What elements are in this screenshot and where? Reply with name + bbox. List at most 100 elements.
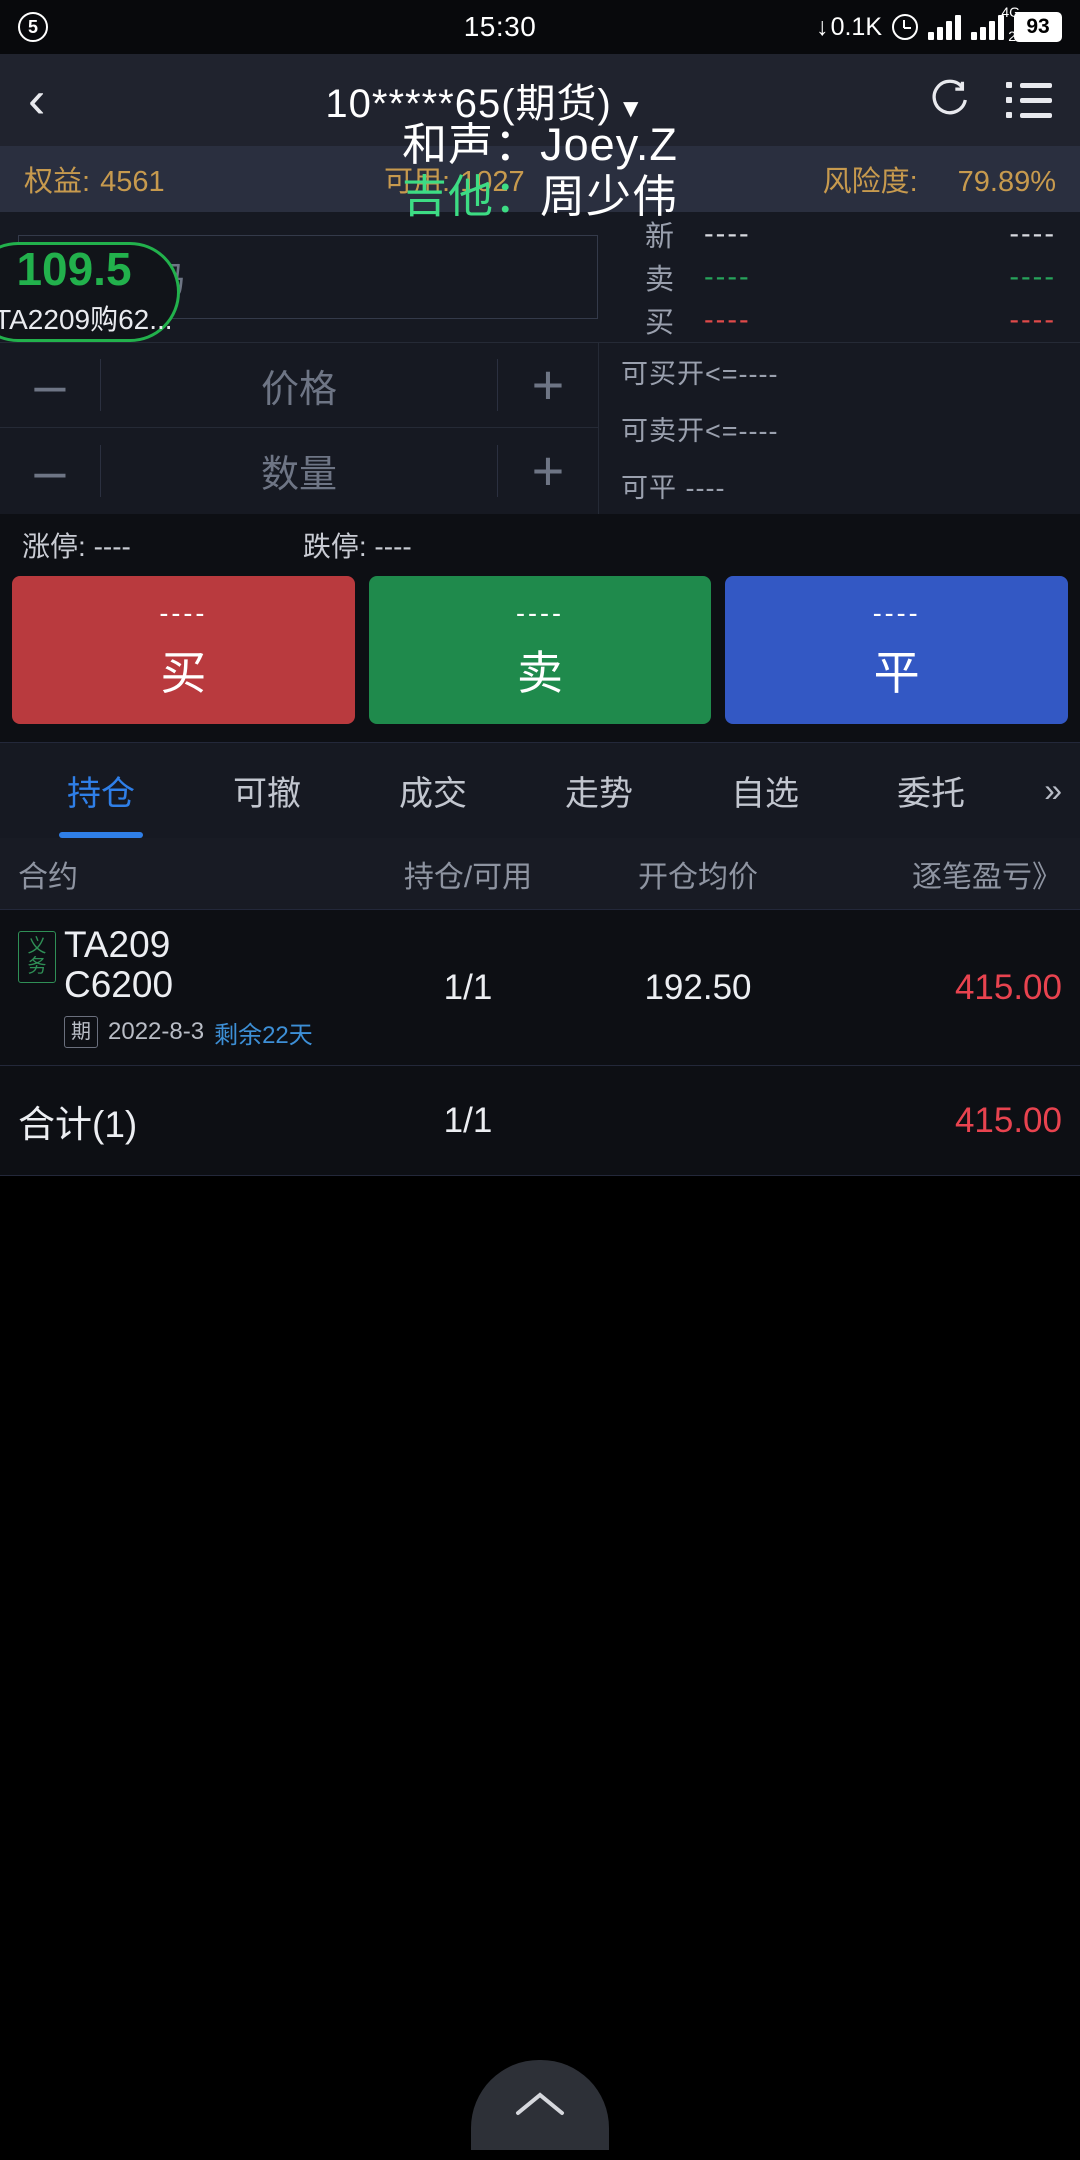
alarm-icon — [892, 14, 918, 40]
bubble-contract-name: PTA2209购62... — [0, 304, 173, 335]
quote-row-latest: 新 ---- ---- — [616, 213, 1080, 256]
risk-value: 79.89% — [957, 166, 1056, 198]
buy-button-price: ---- — [159, 597, 208, 628]
quote-ask-value: ---- — [704, 260, 751, 293]
summary-pnl: 415.00 — [954, 1100, 1062, 1140]
chevron-up-icon[interactable] — [471, 2060, 609, 2150]
quote-ask-volume: ---- — [1009, 260, 1056, 293]
stepper-block: – 价格 + – 数量 + 可买开<=---- 可卖开<=---- 可平 --- — [0, 342, 1080, 514]
bubble-price: 109.5 — [16, 243, 132, 295]
position-pnl: 415.00 — [954, 967, 1062, 1007]
quantity-increment-button[interactable]: + — [498, 442, 598, 499]
column-header-position: 持仓/可用 — [403, 860, 533, 894]
summary-label: 合计(1) — [18, 1103, 138, 1145]
buy-button-label: 买 — [160, 646, 207, 699]
price-decrement-button[interactable]: – — [0, 357, 100, 413]
lower-limit: 跌停: ---- — [303, 525, 412, 565]
contract-name-line2: C6200 — [64, 964, 174, 1005]
sell-button-label: 卖 — [517, 646, 563, 699]
empty-area — [0, 1176, 1080, 2160]
status-bar-clock: 15:30 — [463, 11, 537, 42]
quantity-decrement-button[interactable]: – — [0, 442, 100, 499]
upper-limit: 涨停: ---- — [22, 525, 131, 565]
bottom-tab-bar: 持仓 可撤 成交 走势 自选 委托 » — [0, 742, 1080, 838]
buy-button[interactable]: ---- 买 — [12, 576, 355, 724]
back-chevron-icon[interactable]: ‹ — [28, 74, 88, 126]
price-stepper: – 价格 + — [0, 343, 598, 428]
quote-panel: 新 ---- ---- 卖 ---- ---- 买 ---- ---- — [598, 213, 1080, 342]
status-bar-left: 5 — [18, 12, 318, 42]
column-header-contract: 合约 — [18, 860, 78, 894]
risk-label: 风险度: — [822, 166, 918, 198]
price-increment-button[interactable]: + — [498, 357, 598, 413]
position-contract-cell: 义务 TA209 C6200 期 2022-8-3 剩余22天 — [18, 925, 358, 1050]
signal-icon — [928, 14, 961, 40]
app-header: ‹ 10*****65(期货) ▼ — [0, 54, 1080, 146]
quantity-input[interactable]: 数量 — [101, 443, 497, 498]
quote-label-ask: 卖 — [644, 264, 674, 296]
table-summary-row: 合计(1) 1/1 415.00 — [0, 1066, 1080, 1176]
close-button-price: ---- — [872, 597, 921, 628]
battery-icon: 93 — [1014, 12, 1062, 42]
contract-meta: 期 2022-8-3 剩余22天 — [64, 1015, 313, 1050]
chevron-down-icon: ▼ — [617, 93, 645, 123]
order-limit-hints: 可买开<=---- 可卖开<=---- 可平 ---- — [598, 343, 1080, 514]
expiry-date: 2022-8-3 — [108, 1018, 205, 1046]
equity-label: 权益: — [24, 166, 91, 198]
quantity-stepper: – 数量 + — [0, 428, 598, 513]
summary-label-cell: 合计(1) — [18, 1094, 358, 1148]
summary-quantity: 1/1 — [443, 1100, 493, 1140]
account-title-text: 10*****65(期货) — [325, 82, 612, 126]
period-tag: 期 — [64, 1016, 98, 1049]
position-quantity: 1/1 — [443, 967, 493, 1007]
obligation-tag: 义务 — [18, 931, 56, 984]
days-remaining: 剩余22天 — [214, 1021, 313, 1049]
close-button[interactable]: ---- 平 — [725, 576, 1069, 724]
sell-button[interactable]: ---- 卖 — [368, 576, 712, 724]
quote-label-bid: 买 — [644, 307, 674, 339]
list-menu-icon[interactable] — [1006, 82, 1052, 118]
floating-price-bubble[interactable]: 109.5 PTA2209购62... — [0, 242, 180, 342]
refresh-icon[interactable] — [926, 77, 972, 123]
position-avg-price: 192.50 — [644, 967, 752, 1007]
signal-4g-icon: 4G 2 — [971, 4, 1020, 44]
navigation-handle[interactable] — [0, 2050, 1080, 2160]
equity-value: 4561 — [100, 166, 165, 198]
order-action-buttons: ---- 买 ---- 卖 ---- 平 — [0, 576, 1080, 742]
tab-chart[interactable]: 走势 — [516, 743, 682, 838]
quote-latest-change: ---- — [1009, 217, 1056, 250]
lower-limit-label: 跌停: — [302, 531, 367, 562]
upper-limit-label: 涨停: — [22, 531, 86, 562]
quote-bid-value: ---- — [704, 303, 751, 336]
hint-max-buy-open: 可买开<=---- — [621, 359, 779, 389]
table-row[interactable]: 义务 TA209 C6200 期 2022-8-3 剩余22天 1/1 192.… — [0, 910, 1080, 1066]
column-header-pnl[interactable]: 逐笔盈亏》 — [818, 852, 1062, 896]
download-arrow-icon: ↓ — [816, 12, 829, 41]
lower-limit-value: ---- — [374, 531, 412, 562]
page-title[interactable]: 10*****65(期货) ▼ — [88, 71, 882, 129]
status-bar-right: ↓ 0.1K 4G 2 93 — [682, 4, 1062, 44]
available-label: 可用: — [384, 166, 451, 198]
price-input[interactable]: 价格 — [101, 358, 497, 413]
tab-positions[interactable]: 持仓 — [18, 743, 184, 838]
status-bar: 5 15:30 ↓ 0.1K 4G 2 93 — [0, 0, 1080, 54]
notification-badge-icon: 5 — [18, 12, 48, 42]
app-screen: 5 15:30 ↓0.1K 4G 2 93 ‹ 10*****65(期货)▼ — [0, 0, 1080, 2160]
tab-watchlist[interactable]: 自选 — [682, 743, 848, 838]
column-header-avg-price: 开仓均价 — [638, 860, 758, 894]
close-button-label: 平 — [873, 646, 920, 699]
contract-identity: TA209 C6200 期 2022-8-3 剩余22天 — [64, 925, 313, 1050]
tab-cancelable[interactable]: 可撤 — [184, 743, 350, 838]
tab-orders[interactable]: 委托 — [848, 743, 1014, 838]
limit-price-row: 涨停: ---- 跌停: ---- — [0, 514, 1080, 576]
tab-trades[interactable]: 成交 — [350, 743, 516, 838]
account-summary-bar: 权益: 4561 可用: 1027 风险度: 79.89% — [0, 146, 1080, 212]
upper-limit-value: ---- — [93, 531, 131, 562]
stepper-column: – 价格 + – 数量 + — [0, 343, 598, 514]
sell-button-price: ---- — [516, 597, 564, 628]
header-actions — [882, 77, 1052, 123]
risk-cell: 风险度: 79.89% — [823, 158, 1056, 200]
tabs-more-icon[interactable]: » — [1014, 772, 1062, 809]
hint-max-sell-open: 可卖开<=---- — [621, 416, 779, 446]
contract-name-line1: TA209 — [64, 924, 171, 966]
